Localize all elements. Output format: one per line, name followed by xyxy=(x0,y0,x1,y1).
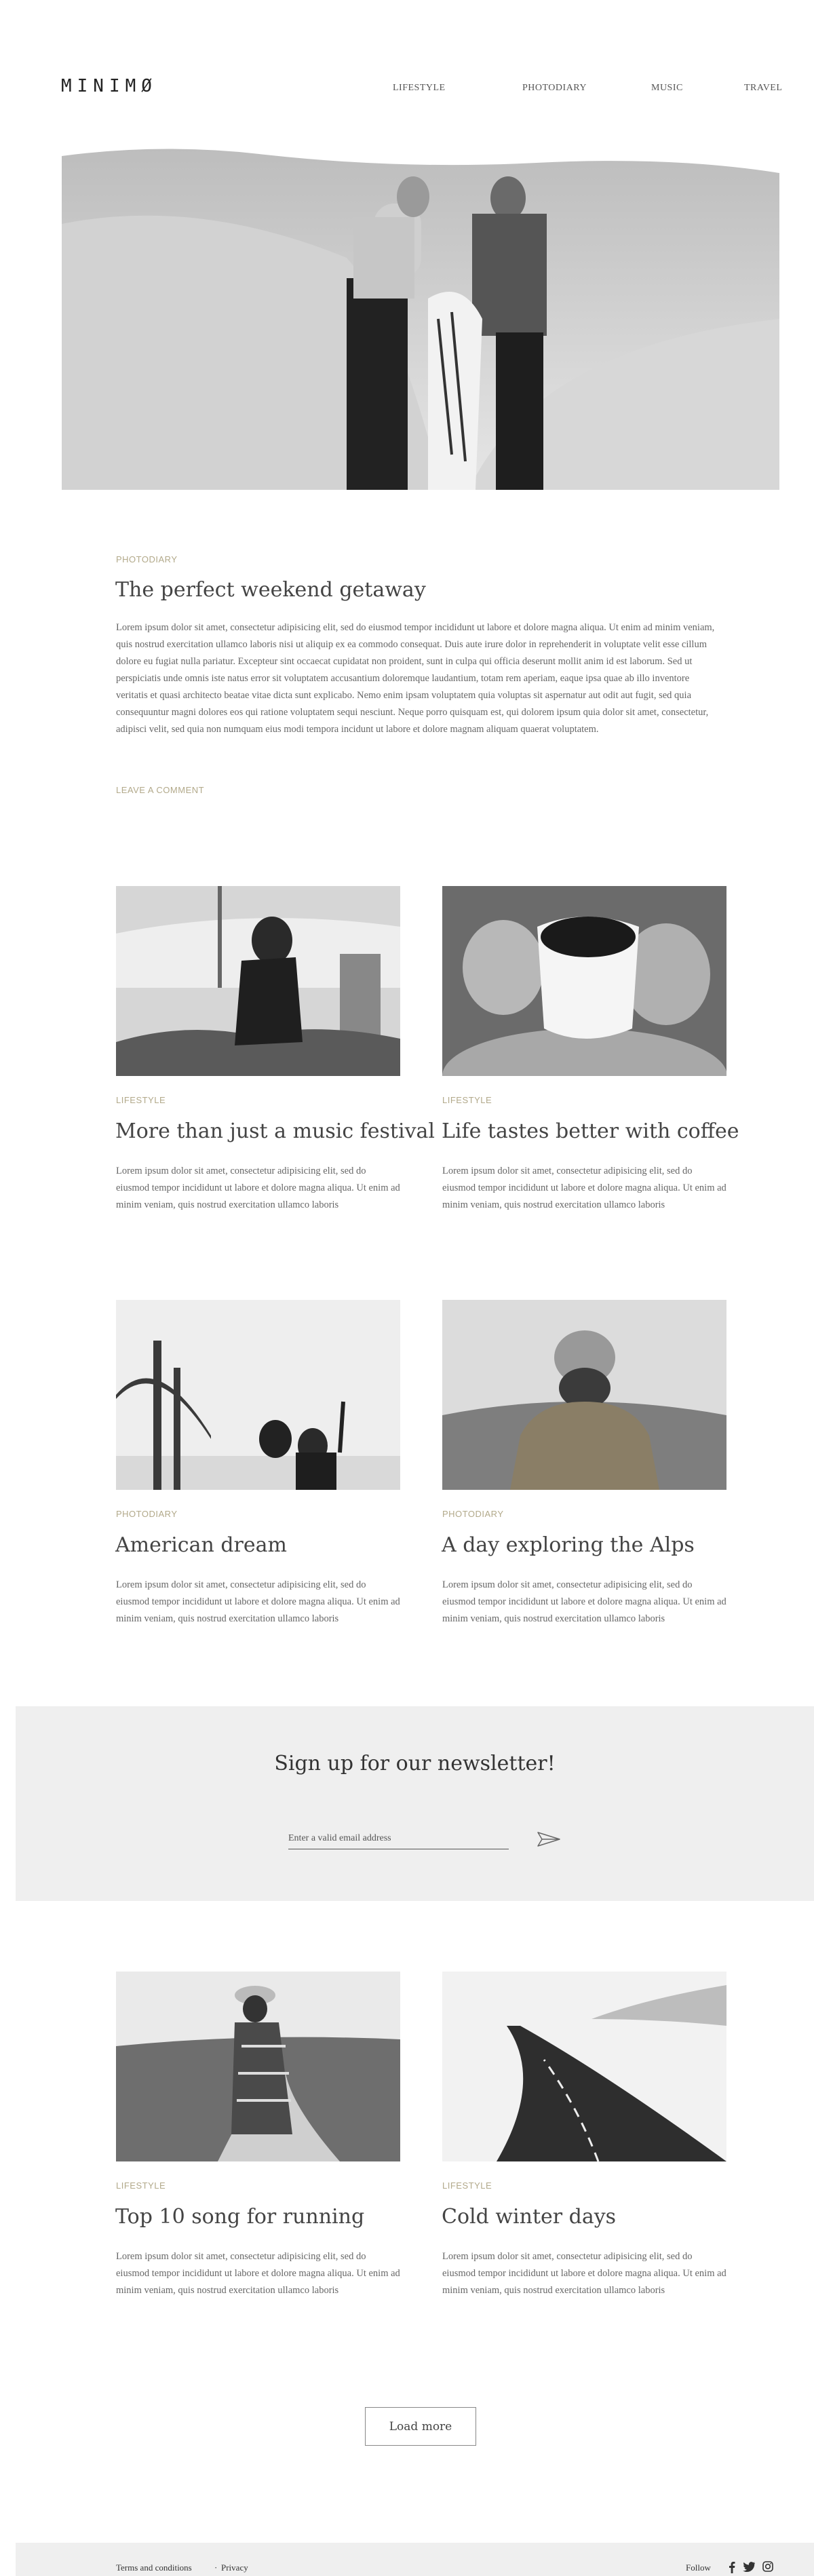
nav-item-music[interactable]: MUSIC xyxy=(651,83,683,94)
post-category[interactable]: PHOTODIARY xyxy=(116,1509,177,1519)
post-image-winter[interactable] xyxy=(442,1972,726,2161)
nav-item-lifestyle[interactable]: LIFESTYLE xyxy=(393,83,446,94)
post-category[interactable]: PHOTODIARY xyxy=(442,1509,503,1519)
post-title-music-festival[interactable]: More than just a music festival xyxy=(115,1119,435,1143)
load-more-button[interactable]: Load more xyxy=(365,2407,476,2446)
site-logo[interactable]: MINIMØ xyxy=(61,76,157,96)
post-excerpt: Lorem ipsum dolor sit amet, consectetur … xyxy=(442,1579,726,1624)
post-title-american-dream[interactable]: American dream xyxy=(115,1533,287,1557)
nav-item-photodiary[interactable]: PHOTODIARY xyxy=(522,83,587,94)
instagram-icon[interactable] xyxy=(762,2561,773,2572)
featured-image[interactable] xyxy=(62,142,779,490)
post-image-american-dream[interactable] xyxy=(116,1300,400,1490)
footer-link-privacy[interactable]: Privacy xyxy=(221,2562,248,2573)
featured-body: Lorem ipsum dolor sit amet, consectetur … xyxy=(116,622,715,735)
newsletter-email-input[interactable] xyxy=(288,1828,509,1849)
footer-separator: · xyxy=(214,2562,218,2573)
post-image-coffee[interactable] xyxy=(442,886,726,1076)
post-category[interactable]: LIFESTYLE xyxy=(116,2180,166,2191)
paper-plane-icon[interactable] xyxy=(537,1832,560,1847)
post-image-alps[interactable] xyxy=(442,1300,726,1490)
post-title-coffee[interactable]: Life tastes better with coffee xyxy=(442,1119,739,1143)
facebook-icon[interactable] xyxy=(729,2561,735,2573)
post-excerpt: Lorem ipsum dolor sit amet, consectetur … xyxy=(442,2251,726,2296)
post-title-running[interactable]: Top 10 song for running xyxy=(115,2205,364,2229)
site-footer: Terms and conditions · Privacy Follow xyxy=(16,2543,814,2576)
featured-title[interactable]: The perfect weekend getaway xyxy=(115,578,426,602)
newsletter-section xyxy=(16,1706,814,1901)
nav-item-travel[interactable]: TRAVEL xyxy=(744,83,782,94)
post-title-alps[interactable]: A day exploring the Alps xyxy=(442,1533,695,1557)
post-excerpt: Lorem ipsum dolor sit amet, consectetur … xyxy=(116,2251,400,2296)
featured-category[interactable]: PHOTODIARY xyxy=(116,554,177,564)
footer-follow-label: Follow xyxy=(686,2562,711,2573)
leave-comment-link[interactable]: LEAVE A COMMENT xyxy=(116,785,204,795)
post-category[interactable]: LIFESTYLE xyxy=(442,1095,492,1105)
post-excerpt: Lorem ipsum dolor sit amet, consectetur … xyxy=(116,1166,400,1210)
newsletter-title: Sign up for our newsletter! xyxy=(274,1752,556,1775)
footer-link-terms[interactable]: Terms and conditions xyxy=(116,2562,192,2573)
post-excerpt: Lorem ipsum dolor sit amet, consectetur … xyxy=(442,1166,726,1210)
twitter-icon[interactable] xyxy=(743,2562,755,2572)
post-category[interactable]: LIFESTYLE xyxy=(116,1095,166,1105)
post-image-running[interactable] xyxy=(116,1972,400,2161)
post-excerpt: Lorem ipsum dolor sit amet, consectetur … xyxy=(116,1579,400,1624)
post-title-winter[interactable]: Cold winter days xyxy=(442,2205,616,2229)
post-category[interactable]: LIFESTYLE xyxy=(442,2180,492,2191)
post-image-music-festival[interactable] xyxy=(116,886,400,1076)
